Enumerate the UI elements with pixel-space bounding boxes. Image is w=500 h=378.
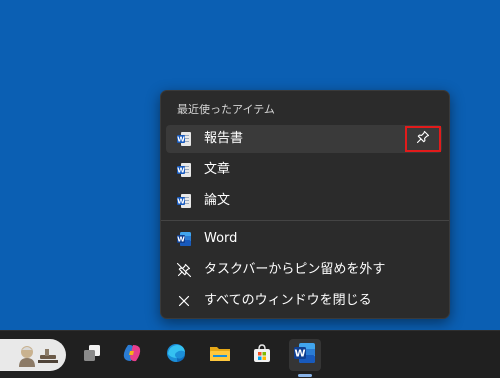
word-app-label: Word: [204, 231, 238, 246]
pin-icon: [415, 129, 431, 149]
folder-icon: [208, 342, 232, 368]
active-app-indicator: [298, 374, 312, 377]
recent-item-label: 文章: [204, 162, 231, 177]
pin-button[interactable]: [405, 126, 441, 152]
edge-icon: [165, 342, 187, 368]
close-all-windows-item[interactable]: すべてのウィンドウを閉じる: [166, 287, 442, 315]
svg-text:W: W: [177, 198, 185, 206]
edge-button[interactable]: [160, 339, 192, 371]
svg-text:W: W: [177, 167, 185, 175]
recent-item-label: 報告書: [204, 131, 244, 146]
recent-items-heading: 最近使ったアイテム: [177, 103, 275, 116]
recent-item-report[interactable]: W 報告書: [166, 125, 442, 153]
svg-text:W: W: [294, 349, 305, 360]
task-view-button[interactable]: [76, 339, 108, 371]
copilot-icon: [121, 342, 143, 368]
weather-widget-icon: [14, 343, 60, 371]
widgets-button[interactable]: [0, 339, 66, 371]
unpin-from-taskbar-item[interactable]: タスクバーからピン留めを外す: [166, 256, 442, 284]
word-doc-icon: W: [176, 193, 192, 209]
menu-divider: [161, 220, 449, 221]
word-app-icon: W: [293, 341, 317, 369]
word-app-icon: W: [176, 231, 192, 247]
microsoft-store-button[interactable]: [246, 339, 278, 371]
store-icon: [251, 342, 273, 368]
unpin-label: タスクバーからピン留めを外す: [204, 262, 386, 277]
word-doc-icon: W: [176, 162, 192, 178]
file-explorer-button[interactable]: [204, 339, 236, 371]
jump-list-menu: 最近使ったアイテム W 報告書 W 文章 W 論文 W Word タスクバーから…: [160, 90, 450, 319]
taskbar: W: [0, 330, 500, 378]
recent-item-paper[interactable]: W 論文: [166, 187, 442, 215]
close-icon: [176, 293, 192, 309]
open-word-item[interactable]: W Word: [166, 225, 442, 253]
unpin-icon: [176, 262, 192, 278]
svg-text:W: W: [177, 236, 185, 244]
svg-text:W: W: [177, 136, 185, 144]
close-all-label: すべてのウィンドウを閉じる: [204, 293, 372, 308]
task-view-icon: [81, 342, 103, 368]
word-taskbar-button[interactable]: W: [289, 339, 321, 371]
recent-item-label: 論文: [204, 193, 231, 208]
recent-item-text[interactable]: W 文章: [166, 156, 442, 184]
word-doc-icon: W: [176, 131, 192, 147]
copilot-button[interactable]: [116, 339, 148, 371]
